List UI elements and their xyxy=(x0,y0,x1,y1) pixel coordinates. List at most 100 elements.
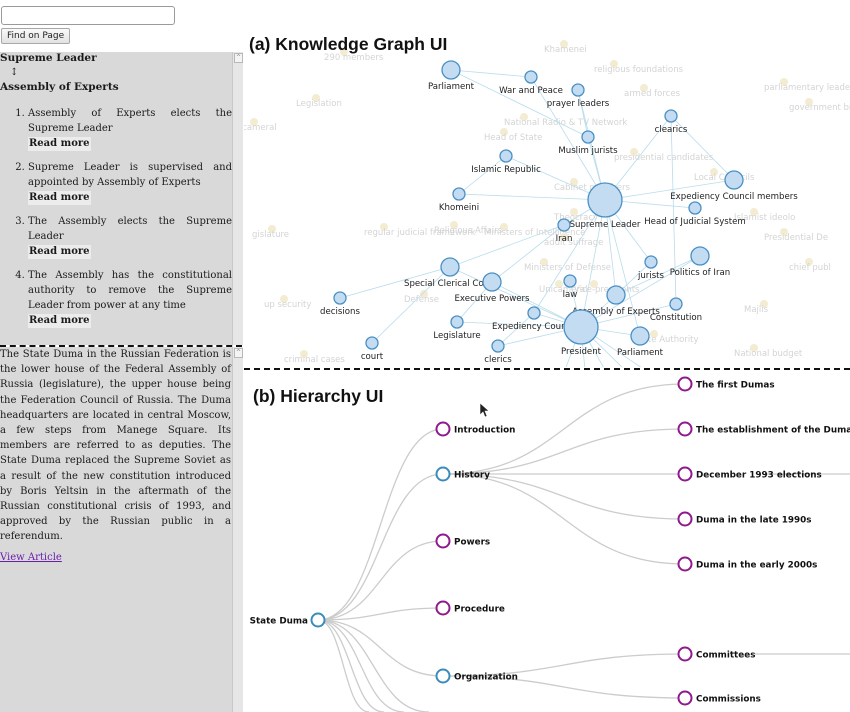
graph-node-label[interactable]: clerics xyxy=(484,355,512,365)
graph-node-circle[interactable] xyxy=(669,297,683,311)
tree-node[interactable]: Organization xyxy=(435,668,518,684)
graph-node-circle[interactable] xyxy=(440,257,460,277)
graph-node-circle[interactable] xyxy=(482,272,502,292)
graph-node-circle[interactable] xyxy=(441,60,461,80)
graph-node-label[interactable]: Expediency Council members xyxy=(670,192,798,202)
tree-node-label[interactable]: December 1993 elections xyxy=(696,471,822,481)
tree-node-label[interactable]: Duma in the early 2000s xyxy=(696,561,817,571)
graph-node[interactable]: Khomeini xyxy=(439,187,479,213)
tree-node[interactable]: Procedure xyxy=(435,600,505,616)
tree-node-label[interactable]: Duma in the late 1990s xyxy=(696,516,811,526)
read-more-link[interactable]: Read more xyxy=(28,314,91,328)
scroll-up-arrow-icon[interactable]: ^ xyxy=(234,348,243,358)
graph-node-circle[interactable] xyxy=(664,109,678,123)
graph-node-circle[interactable] xyxy=(450,315,464,329)
graph-node-label[interactable]: jurists xyxy=(637,271,665,281)
graph-node-label[interactable]: Head of Judicial System xyxy=(644,217,746,227)
graph-node[interactable]: President xyxy=(561,309,602,357)
tree-node-label[interactable]: Committees xyxy=(696,651,755,661)
tree-node-label[interactable]: The first Dumas xyxy=(696,381,775,391)
tree-node-label[interactable]: Commissions xyxy=(696,695,761,705)
tree-node[interactable]: Committees xyxy=(677,646,756,662)
graph-node[interactable]: Parliament xyxy=(428,60,475,92)
graph-node-circle[interactable] xyxy=(527,306,541,320)
graph-node-circle[interactable] xyxy=(690,246,710,266)
tree-node[interactable]: Duma in the early 2000s xyxy=(677,556,818,572)
graph-node-circle[interactable] xyxy=(333,291,347,305)
graph-node-circle[interactable] xyxy=(587,182,623,218)
expanded-node-icon[interactable] xyxy=(435,466,451,482)
graph-node[interactable]: Legislature xyxy=(433,315,481,341)
graph-node[interactable]: Islamic Republic xyxy=(471,149,541,175)
graph-node-circle[interactable] xyxy=(499,149,513,163)
view-article-link[interactable]: View Article xyxy=(0,552,62,563)
graph-node-circle[interactable] xyxy=(557,218,571,232)
graph-node-label[interactable]: Politics of Iran xyxy=(670,268,730,278)
collapsed-node-icon[interactable] xyxy=(677,466,693,482)
tree-node[interactable]: The first Dumas xyxy=(677,376,775,392)
graph-node-circle[interactable] xyxy=(491,339,505,353)
tree-node-label[interactable]: Introduction xyxy=(454,426,515,436)
graph-node-label[interactable]: Islamic Republic xyxy=(471,165,541,175)
find-on-page-button[interactable]: Find on Page xyxy=(1,28,71,44)
graph-node-circle[interactable] xyxy=(581,130,595,144)
tree-node[interactable]: The establishment of the Duma xyxy=(677,421,850,437)
graph-node[interactable]: Politics of Iran xyxy=(670,246,730,278)
tree-node[interactable]: History xyxy=(435,466,491,482)
expanded-node-icon[interactable] xyxy=(310,612,326,628)
graph-node-label[interactable]: Khomeini xyxy=(439,203,479,213)
graph-node-label[interactable]: clearics xyxy=(655,125,688,135)
tree-node[interactable]: December 1993 elections xyxy=(677,466,822,482)
expanded-node-icon[interactable] xyxy=(435,668,451,684)
tree-node[interactable]: Introduction xyxy=(435,421,516,437)
graph-node-circle[interactable] xyxy=(571,83,585,97)
graph-node-circle[interactable] xyxy=(452,187,466,201)
graph-node-label[interactable]: Constitution xyxy=(650,313,702,323)
graph-node-circle[interactable] xyxy=(630,326,650,346)
graph-node[interactable]: Muslim jurists xyxy=(558,130,618,156)
graph-node[interactable]: Head of Judicial System xyxy=(644,201,746,227)
top-panel-scrollbar[interactable]: ^ xyxy=(232,52,243,345)
graph-node-label[interactable]: Parliament xyxy=(617,348,664,358)
graph-node-label[interactable]: Parliament xyxy=(428,82,475,92)
graph-node-circle[interactable] xyxy=(365,336,379,350)
tree-node-label[interactable]: Procedure xyxy=(454,605,505,615)
collapsed-node-icon[interactable] xyxy=(677,556,693,572)
collapsed-node-icon[interactable] xyxy=(677,376,693,392)
collapsed-node-icon[interactable] xyxy=(677,646,693,662)
hierarchy-tree[interactable]: State Duma Introduction History Powers Proce… xyxy=(244,371,850,712)
graph-node-circle[interactable] xyxy=(644,255,658,269)
read-more-link[interactable]: Read more xyxy=(28,245,91,259)
tree-node[interactable]: Powers xyxy=(435,533,491,549)
collapsed-node-icon[interactable] xyxy=(435,421,451,437)
tree-node[interactable]: State Duma xyxy=(250,612,326,628)
bottom-panel-scrollbar[interactable]: ^ xyxy=(232,347,243,712)
graph-node-circle[interactable] xyxy=(724,170,744,190)
graph-node[interactable]: jurists xyxy=(637,255,665,281)
tree-node[interactable]: Commissions xyxy=(677,690,761,706)
collapsed-node-icon[interactable] xyxy=(677,511,693,527)
tree-node-label[interactable]: Powers xyxy=(454,538,490,548)
graph-node-label[interactable]: decisions xyxy=(320,307,360,317)
graph-node-label[interactable]: law xyxy=(563,290,578,300)
graph-node-label[interactable]: Iran xyxy=(556,234,573,244)
graph-node[interactable]: clearics xyxy=(655,109,688,135)
graph-node-label[interactable]: court xyxy=(361,352,384,362)
tree-nodes[interactable]: State Duma Introduction History Powers Proce… xyxy=(250,376,850,706)
collapsed-node-icon[interactable] xyxy=(677,421,693,437)
collapsed-node-icon[interactable] xyxy=(677,690,693,706)
read-more-link[interactable]: Read more xyxy=(28,191,91,205)
graph-node-label[interactable]: War and Peace xyxy=(499,86,563,96)
graph-node-label[interactable]: Legislature xyxy=(433,331,480,341)
graph-node-label[interactable]: President xyxy=(561,347,602,357)
graph-node-circle[interactable] xyxy=(524,70,538,84)
graph-node-label[interactable]: Executive Powers xyxy=(454,294,530,304)
graph-node-label[interactable]: Muslim jurists xyxy=(558,146,618,156)
graph-node-circle[interactable] xyxy=(606,285,626,305)
collapsed-node-icon[interactable] xyxy=(435,600,451,616)
graph-node-label[interactable]: Supreme Leader xyxy=(570,220,641,230)
graph-node-circle[interactable] xyxy=(688,201,702,215)
graph-node[interactable]: Expediency Council members xyxy=(670,170,798,202)
tree-node-label[interactable]: Organization xyxy=(454,673,518,683)
find-input[interactable] xyxy=(1,6,175,25)
